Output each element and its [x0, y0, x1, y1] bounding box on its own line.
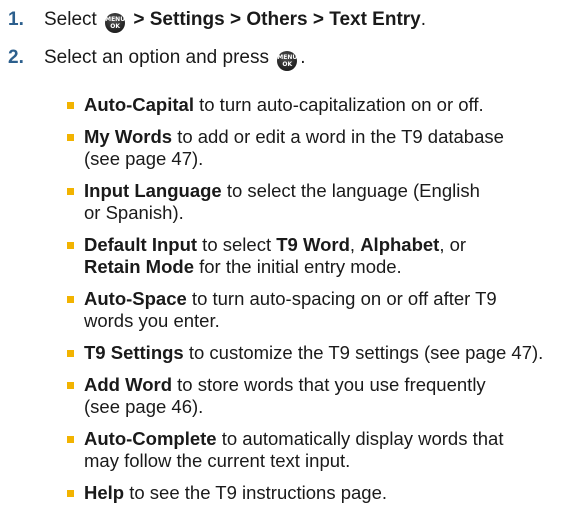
- option-list: Auto-Capital to turn auto-capitalization…: [64, 94, 584, 514]
- list-item: Auto-Capital to turn auto-capitalization…: [64, 94, 584, 116]
- option-term: Default Input: [84, 234, 198, 255]
- option-term: My Words: [84, 126, 173, 147]
- list-item: Input Language to select the language (E…: [64, 180, 584, 224]
- bullet-icon: [67, 382, 74, 389]
- option-term: Auto-Complete: [84, 428, 217, 449]
- bullet-icon: [67, 350, 74, 357]
- step-number: 2.: [8, 47, 24, 68]
- option-term: Help: [84, 482, 125, 503]
- step-1: 1. Select MENU OK > Settings > Others > Te…: [8, 8, 426, 33]
- list-item: Help to see the T9 instructions page.: [64, 482, 584, 504]
- option-term: Input Language: [84, 180, 222, 201]
- bullet-icon: [67, 134, 74, 141]
- list-item: My Words to add or edit a word in the T9…: [64, 126, 584, 170]
- bullet-icon: [67, 490, 74, 497]
- bullet-icon: [67, 242, 74, 249]
- menu-ok-key-icon: MENU OK: [105, 13, 126, 33]
- list-item: Auto-Complete to automatically display w…: [64, 428, 584, 472]
- bullet-icon: [67, 436, 74, 443]
- bullet-icon: [67, 296, 74, 303]
- step-2: 2. Select an option and press MENU OK.: [8, 46, 306, 71]
- bullet-icon: [67, 102, 74, 109]
- list-item: Auto-Space to turn auto-spacing on or of…: [64, 288, 584, 332]
- list-item: T9 Settings to customize the T9 settings…: [64, 342, 584, 364]
- step-text: Select: [44, 9, 97, 30]
- menu-ok-key-icon: MENU OK: [277, 51, 298, 71]
- list-item: Default Input to select T9 Word, Alphabe…: [64, 234, 584, 278]
- option-term: Auto-Space: [84, 288, 187, 309]
- step-number: 1.: [8, 9, 24, 30]
- option-term: Auto-Capital: [84, 94, 194, 115]
- step-text: Select an option and press: [44, 47, 269, 68]
- menu-path: > Settings > Others > Text Entry: [133, 9, 421, 30]
- list-item: Add Word to store words that you use fre…: [64, 374, 584, 418]
- option-term: Add Word: [84, 374, 173, 395]
- bullet-icon: [67, 188, 74, 195]
- option-term: T9 Settings: [84, 342, 184, 363]
